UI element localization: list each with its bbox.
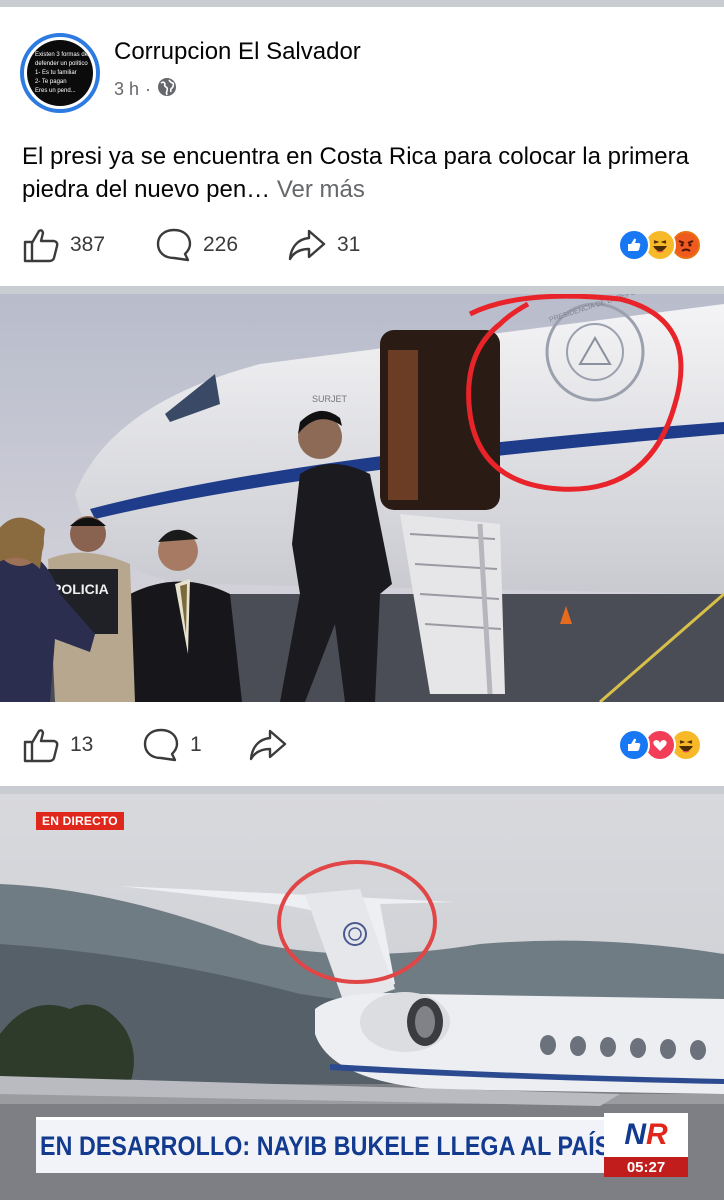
photo-comment-count: 1 xyxy=(190,733,202,756)
like-reaction-icon xyxy=(618,229,650,261)
like-button[interactable]: 387 xyxy=(22,215,105,275)
photo-reaction-summary[interactable] xyxy=(618,729,702,761)
comment-button[interactable]: 226 xyxy=(155,215,238,275)
like-icon xyxy=(23,229,59,263)
broadcast-clock: 05:27 xyxy=(604,1157,688,1177)
live-badge: EN DIRECTO xyxy=(36,812,124,830)
page-avatar[interactable]: Existen 3 formas de defender un político… xyxy=(20,33,100,113)
avatar-text-line: 1- Es tu familiar xyxy=(35,69,77,76)
like-icon xyxy=(23,729,59,763)
photo-like-count: 13 xyxy=(70,733,94,756)
plane-text: SURJET xyxy=(312,394,348,404)
news-ticker: EN DESARROLLO: NAYIB BUKELE LLEGA AL PAÍ… xyxy=(36,1117,604,1173)
photo-comment-button[interactable]: 1 xyxy=(142,715,202,775)
photo-action-bar: 13 1 xyxy=(0,715,724,775)
share-icon xyxy=(288,229,326,261)
share-count: 31 xyxy=(337,233,361,256)
ticker-text: EN DESARROLLO: NAYIB BUKELE LLEGA AL PAÍ… xyxy=(40,1131,604,1161)
feed-separator xyxy=(0,0,724,7)
post-text: El presi ya se encuentra en Costa Rica p… xyxy=(22,140,702,206)
avatar-text-line: Eres un pend... xyxy=(35,87,76,94)
comment-count: 226 xyxy=(203,233,239,256)
photo-like-button[interactable]: 13 xyxy=(22,715,93,775)
globe-icon xyxy=(157,77,177,102)
photo-separator xyxy=(0,286,724,294)
avatar-text-line: Existen 3 formas de xyxy=(35,51,89,58)
photo-separator xyxy=(0,786,724,794)
comment-icon xyxy=(156,228,192,262)
reaction-summary[interactable] xyxy=(618,229,702,261)
photo-share-button[interactable] xyxy=(248,715,288,775)
avatar-text-line: defender un político xyxy=(35,60,88,67)
logo-letter-n: N xyxy=(624,1118,646,1151)
like-count: 387 xyxy=(70,233,106,256)
avatar-image: Existen 3 formas de defender un político… xyxy=(27,40,93,106)
like-reaction-icon xyxy=(618,729,650,761)
see-more-link[interactable]: Ver más xyxy=(277,176,365,203)
comment-icon xyxy=(143,728,179,762)
share-button[interactable]: 31 xyxy=(287,215,360,275)
avatar-text-line: 2- Te pagan xyxy=(35,78,67,85)
jet-arrival-photo: SURJET PRESIDENCIA DE LA REPÚBLICA · EL … xyxy=(0,294,724,702)
meta-separator: · xyxy=(145,79,152,99)
post-meta: 3 h · xyxy=(114,77,177,102)
post-action-bar: 387 226 31 xyxy=(0,215,724,275)
post-photo-1[interactable]: SURJET PRESIDENCIA DE LA REPÚBLICA · EL … xyxy=(0,294,724,702)
share-icon xyxy=(249,729,287,761)
channel-logo: NR xyxy=(604,1113,688,1157)
post-time[interactable]: 3 h xyxy=(114,79,139,100)
logo-letter-r: R xyxy=(646,1118,668,1151)
page-name[interactable]: Corrupcion El Salvador xyxy=(114,38,361,66)
